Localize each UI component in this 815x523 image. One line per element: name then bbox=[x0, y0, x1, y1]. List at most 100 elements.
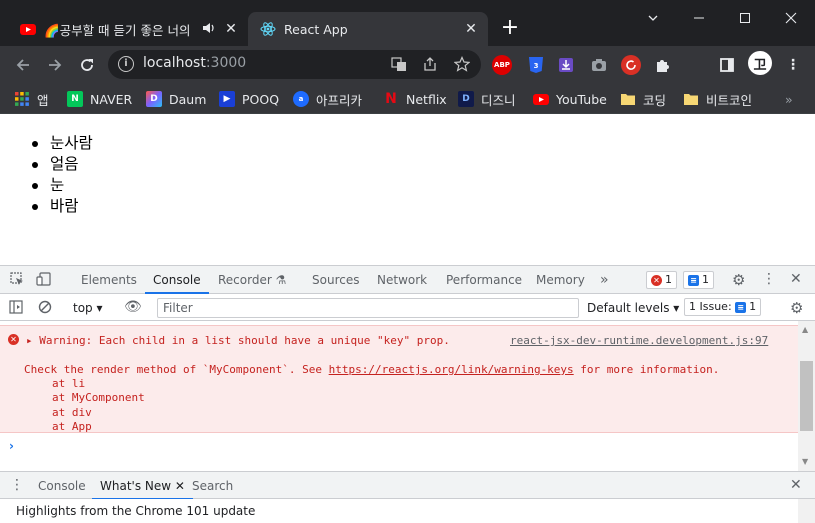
error-count-badge[interactable]: ✕ 1 bbox=[646, 271, 677, 289]
live-expression-eye-icon[interactable]: 👁 bbox=[124, 299, 142, 315]
apps-grid-icon bbox=[14, 91, 30, 107]
check-render-text: Check the render method of `MyComponent`… bbox=[24, 363, 720, 376]
tab-recorder[interactable]: Recorder ⚗ bbox=[218, 266, 286, 294]
clear-console-icon[interactable] bbox=[38, 300, 52, 318]
flask-icon: ⚗ bbox=[275, 273, 287, 287]
bookmark-label: YouTube bbox=[556, 91, 607, 107]
bookmark-afreeca[interactable]: a 아프리카 bbox=[293, 88, 362, 110]
share-icon[interactable] bbox=[421, 56, 439, 74]
forward-button[interactable] bbox=[44, 54, 66, 76]
drawer-tab-search[interactable]: Search bbox=[192, 472, 233, 500]
close-window-button[interactable] bbox=[768, 0, 814, 36]
download-icon[interactable] bbox=[556, 55, 576, 75]
camera-icon[interactable] bbox=[589, 55, 609, 75]
site-info-icon[interactable]: i bbox=[118, 56, 134, 72]
menu-kebab-icon[interactable]: ⋮ bbox=[783, 55, 803, 75]
bookmark-pooq[interactable]: ▶ POOQ bbox=[219, 88, 279, 110]
console-scrollbar[interactable]: ▲ ▼ bbox=[798, 321, 815, 471]
bookmark-folder-bitcoin[interactable]: 비트코인 bbox=[683, 88, 752, 110]
tab-title: 🌈공부할 때 듣기 좋은 너의 bbox=[44, 22, 191, 38]
filter-input[interactable]: Filter bbox=[157, 298, 579, 318]
url-text[interactable]: localhost:3000 bbox=[143, 55, 246, 71]
react-icon bbox=[260, 21, 276, 37]
bookmarks-overflow-button[interactable]: » bbox=[785, 88, 793, 110]
devtools-tabbar: Elements Console Recorder ⚗ Sources Netw… bbox=[0, 266, 815, 294]
drawer-menu-icon[interactable]: ⋮ bbox=[10, 477, 24, 493]
list-item: 눈사람 bbox=[30, 133, 93, 154]
context-selector[interactable]: top ▾ bbox=[73, 301, 103, 315]
source-link[interactable]: react-jsx-dev-runtime.development.js:97 bbox=[510, 334, 768, 347]
tab-title: React App bbox=[284, 21, 348, 37]
tab-elements[interactable]: Elements bbox=[81, 266, 137, 294]
message-icon: ≡ bbox=[688, 274, 699, 286]
device-toolbar-icon[interactable] bbox=[36, 272, 52, 290]
drawer-tab-whats-new[interactable]: What's New ✕ bbox=[92, 472, 193, 500]
bookmark-netflix[interactable]: N Netflix bbox=[383, 88, 447, 110]
console-settings-icon[interactable]: ⚙ bbox=[790, 299, 803, 317]
stack-frame: at MyComponent bbox=[52, 391, 145, 404]
tab-console[interactable]: Console bbox=[145, 266, 209, 294]
close-tab-icon[interactable]: ✕ bbox=[222, 21, 240, 37]
inspect-element-icon[interactable] bbox=[10, 272, 24, 290]
log-levels-dropdown[interactable]: Default levels ▾ bbox=[587, 301, 679, 315]
tab-react-app[interactable]: React App ✕ bbox=[248, 12, 488, 46]
bookmark-naver[interactable]: N NAVER bbox=[67, 88, 132, 110]
tab-search-icon[interactable] bbox=[630, 0, 676, 36]
close-devtools-icon[interactable]: ✕ bbox=[790, 271, 802, 287]
bookmark-label: 디즈니 bbox=[481, 92, 516, 108]
sidebar-toggle-icon[interactable] bbox=[9, 300, 23, 318]
close-tab-icon[interactable]: ✕ bbox=[462, 21, 480, 37]
settings-gear-icon[interactable]: ⚙ bbox=[732, 271, 745, 289]
scroll-down-icon[interactable]: ▼ bbox=[802, 457, 808, 466]
bookmark-label: POOQ bbox=[242, 91, 280, 107]
tab-sources[interactable]: Sources bbox=[312, 266, 359, 294]
translate-icon[interactable] bbox=[390, 56, 408, 74]
svg-text:3: 3 bbox=[534, 62, 539, 70]
warning-keys-link[interactable]: https://reactjs.org/link/warning-keys bbox=[329, 363, 574, 376]
bookmark-label: 앱 bbox=[37, 92, 49, 108]
back-button[interactable] bbox=[12, 54, 34, 76]
issues-badge[interactable]: 1 Issue: ≡ 1 bbox=[684, 298, 762, 316]
issue-icon: ≡ bbox=[735, 301, 747, 313]
devtools-menu-icon[interactable]: ⋮ bbox=[762, 271, 776, 287]
bookmark-youtube[interactable]: YouTube bbox=[533, 88, 607, 110]
scroll-up-icon[interactable]: ▲ bbox=[802, 325, 808, 334]
daum-icon: D bbox=[146, 91, 162, 107]
tab-strip: 🌈공부할 때 듣기 좋은 너의 ✕ React App ✕ + bbox=[0, 0, 815, 46]
refresh-extension-icon[interactable] bbox=[621, 55, 641, 75]
drawer-scrollbar[interactable] bbox=[798, 499, 815, 523]
bookmark-folder-coding[interactable]: 코딩 bbox=[620, 88, 666, 110]
drawer-tab-console[interactable]: Console bbox=[38, 472, 86, 500]
tab-memory[interactable]: Memory bbox=[536, 266, 585, 294]
bookmark-daum[interactable]: D Daum bbox=[146, 88, 206, 110]
scroll-thumb[interactable] bbox=[800, 361, 813, 431]
close-drawer-icon[interactable]: ✕ bbox=[790, 477, 802, 493]
bookmark-apps[interactable]: 앱 bbox=[14, 88, 49, 110]
reload-button[interactable] bbox=[76, 54, 98, 76]
console-prompt[interactable]: › bbox=[9, 439, 14, 453]
message-count-badge[interactable]: ≡ 1 bbox=[683, 271, 714, 289]
console-error-message[interactable]: ✕ ▸ Warning: Each child in a list should… bbox=[0, 325, 798, 433]
minimize-button[interactable] bbox=[676, 0, 722, 36]
browser-window: 🌈공부할 때 듣기 좋은 너의 ✕ React App ✕ + i localh… bbox=[0, 0, 815, 523]
new-tab-button[interactable]: + bbox=[498, 16, 522, 40]
tab-youtube[interactable]: 🌈공부할 때 듣기 좋은 너의 ✕ bbox=[8, 12, 248, 46]
tab-network[interactable]: Network bbox=[377, 266, 427, 294]
css-icon[interactable]: 3 bbox=[526, 55, 546, 75]
address-bar[interactable]: i localhost:3000 bbox=[108, 50, 481, 79]
adblock-plus-icon[interactable]: ABP bbox=[492, 55, 512, 75]
side-panel-icon[interactable] bbox=[717, 55, 737, 75]
more-tabs-button[interactable]: » bbox=[600, 266, 609, 294]
profile-avatar[interactable]: 卫 bbox=[748, 51, 772, 75]
bookmark-label: Netflix bbox=[406, 91, 447, 107]
word-list: 눈사람 얼음 눈 바람 bbox=[30, 133, 93, 217]
bookmark-disney[interactable]: D 디즈니 bbox=[458, 88, 516, 110]
netflix-icon: N bbox=[385, 91, 397, 107]
maximize-button[interactable] bbox=[722, 0, 768, 36]
extensions-puzzle-icon[interactable] bbox=[653, 55, 673, 75]
bookmark-star-icon[interactable] bbox=[453, 56, 471, 74]
speaker-icon[interactable] bbox=[202, 21, 218, 38]
close-icon[interactable]: ✕ bbox=[175, 479, 185, 493]
error-icon: ✕ bbox=[651, 274, 662, 286]
tab-performance[interactable]: Performance bbox=[446, 266, 522, 294]
